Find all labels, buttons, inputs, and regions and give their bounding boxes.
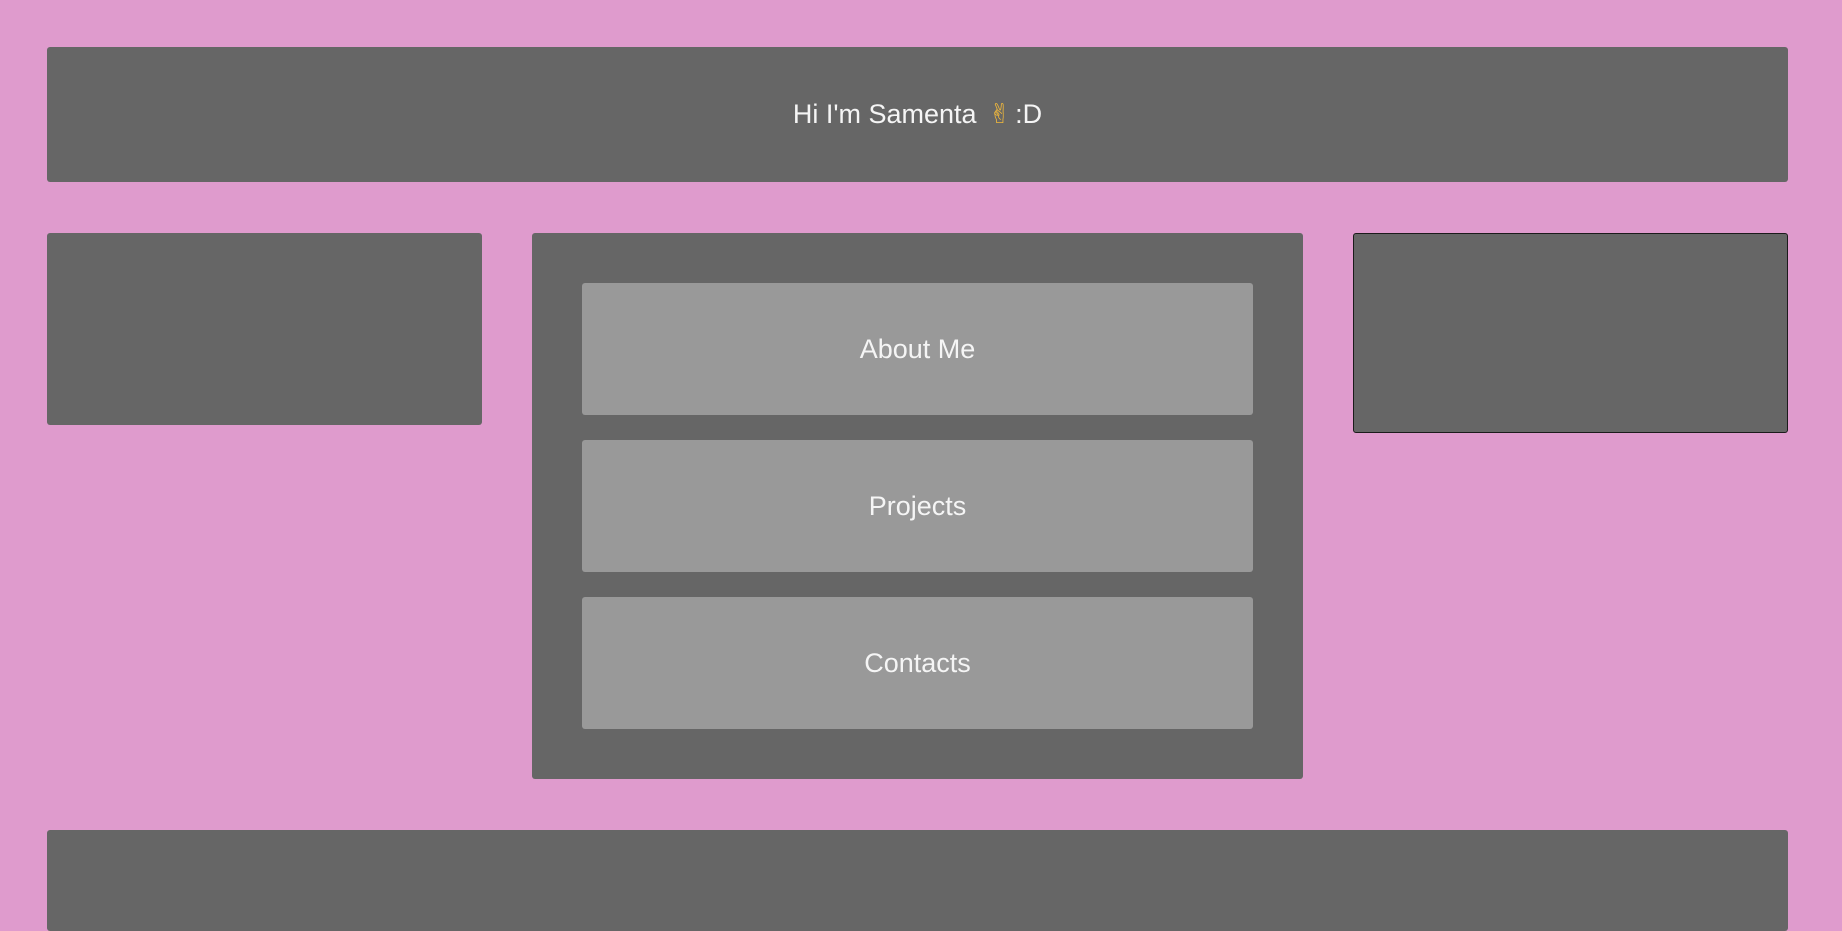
about-me-button[interactable]: About Me <box>582 283 1253 415</box>
victory-hand-icon: ✌ <box>988 99 1012 130</box>
header-suffix: :D <box>1015 99 1043 129</box>
contacts-label: Contacts <box>864 647 971 678</box>
footer-panel <box>47 830 1788 931</box>
contacts-button[interactable]: Contacts <box>582 597 1253 729</box>
projects-button[interactable]: Projects <box>582 440 1253 572</box>
about-me-label: About Me <box>859 333 976 364</box>
left-sidebar-panel <box>47 233 482 425</box>
navigation-panel: About Me Projects Contacts <box>532 233 1303 779</box>
right-sidebar-panel <box>1353 233 1788 433</box>
header-greeting: Hi I'm Samenta <box>792 99 977 129</box>
projects-label: Projects <box>868 490 967 521</box>
header-banner: Hi I'm Samenta ✌ :D <box>47 47 1788 182</box>
